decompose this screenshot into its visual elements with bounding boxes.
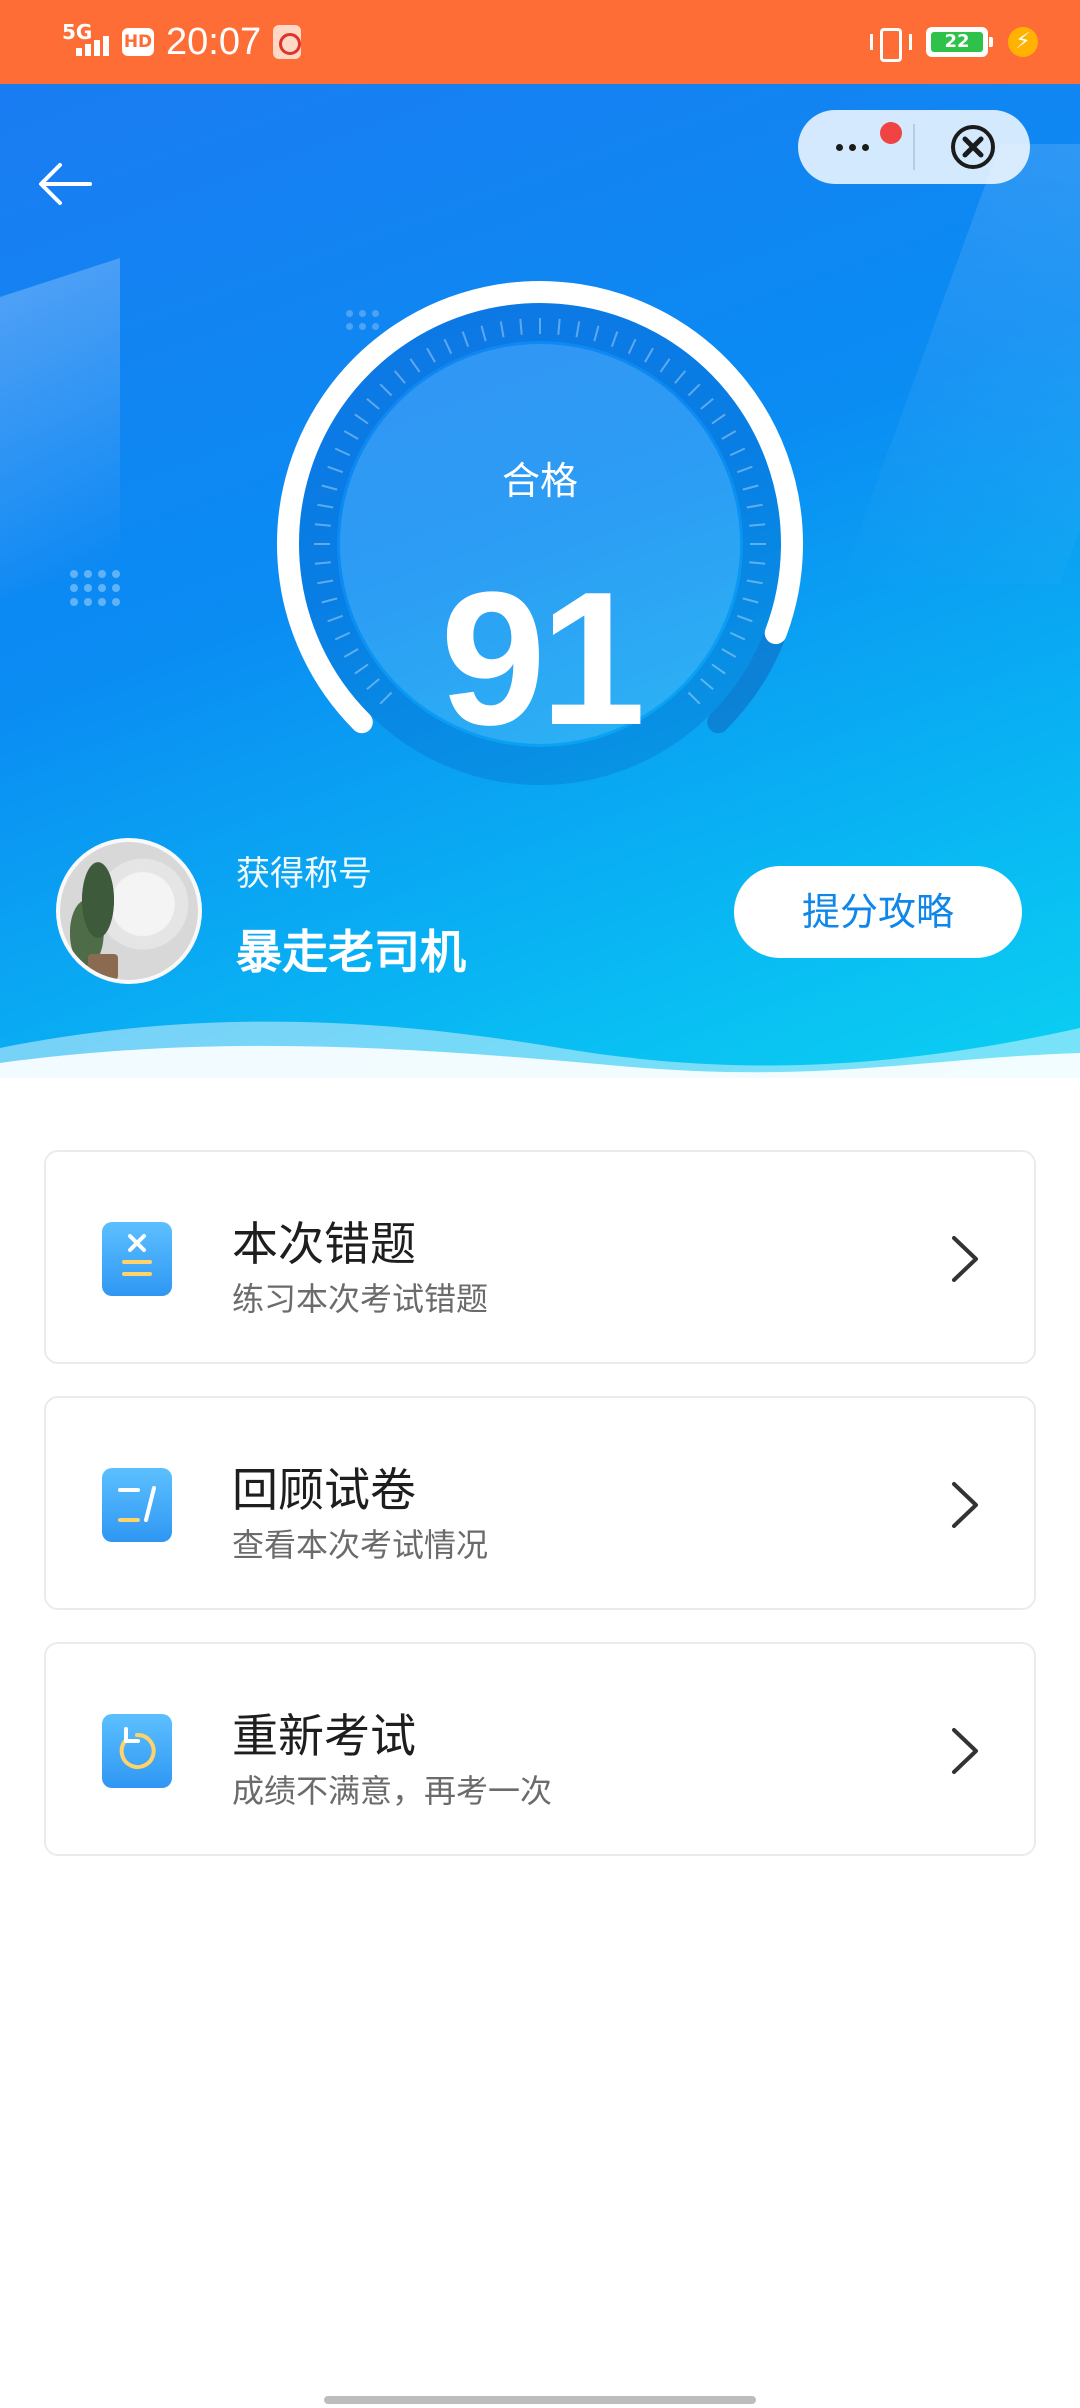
- gauge-tick: [314, 523, 331, 527]
- retake-exam-card[interactable]: 重新考试 成绩不满意，再考一次: [44, 1642, 1036, 1856]
- hd-badge: HD: [122, 28, 154, 56]
- review-paper-card[interactable]: 回顾试卷 查看本次考试情况: [44, 1396, 1036, 1610]
- wave-decor: [0, 1021, 1080, 1078]
- card-subtitle: 练习本次考试错题: [232, 1280, 489, 1318]
- earned-title: 暴走老司机: [236, 925, 466, 979]
- wrong-answers-card[interactable]: 本次错题 练习本次考试错题: [44, 1150, 1036, 1364]
- result-hero: 合格 91 获得称号 暴走老司机 提分攻略: [0, 84, 1080, 1078]
- back-arrow-icon: [39, 163, 92, 205]
- card-subtitle: 查看本次考试情况: [232, 1526, 489, 1564]
- status-time: 20:07: [166, 21, 262, 63]
- gauge-tick: [557, 318, 561, 335]
- card-title: 回顾试卷: [232, 1463, 416, 1517]
- chevron-right-icon: [952, 1728, 978, 1774]
- mini-program-capsule: [798, 110, 1030, 184]
- chevron-right-icon: [952, 1236, 978, 1282]
- wrong-answers-icon: [102, 1222, 172, 1296]
- decor-shape: [0, 258, 120, 610]
- score-value: 91: [440, 553, 645, 765]
- result-label: 合格: [501, 459, 578, 503]
- card-title: 重新考试: [232, 1709, 416, 1763]
- charging-icon: ⚡: [1008, 27, 1038, 57]
- more-button[interactable]: [798, 110, 913, 184]
- battery-icon: 22: [926, 27, 993, 57]
- review-paper-icon: [102, 1468, 172, 1542]
- retake-icon: [102, 1714, 172, 1788]
- score-tips-button[interactable]: 提分攻略: [734, 866, 1022, 958]
- title-caption: 获得称号: [236, 854, 372, 894]
- decor-shape: [839, 144, 1080, 584]
- vibrate-icon: [870, 26, 912, 62]
- close-button[interactable]: [915, 110, 1030, 184]
- close-circle-icon: [950, 125, 995, 169]
- gauge-tick: [519, 318, 523, 335]
- gauge-tick: [749, 523, 766, 527]
- battery-level: 22: [944, 31, 970, 52]
- back-button[interactable]: [32, 148, 104, 220]
- card-title: 本次错题: [232, 1217, 416, 1271]
- avatar: [56, 838, 202, 984]
- home-indicator[interactable]: [324, 2396, 756, 2404]
- status-right: 22 ⚡: [870, 22, 1038, 62]
- chevron-right-icon: [952, 1482, 978, 1528]
- status-bar: 5G HD 20:07 22 ⚡: [0, 0, 1080, 84]
- status-left: 5G HD 20:07: [62, 18, 302, 66]
- score-gauge: 合格 91: [260, 264, 820, 824]
- more-dots-icon: [836, 143, 869, 151]
- signal-icon: 5G: [62, 22, 110, 62]
- notification-dot: [880, 122, 902, 144]
- decor-dots: [70, 570, 120, 606]
- card-subtitle: 成绩不满意，再考一次: [232, 1772, 553, 1810]
- notification-app-icon: [273, 25, 302, 59]
